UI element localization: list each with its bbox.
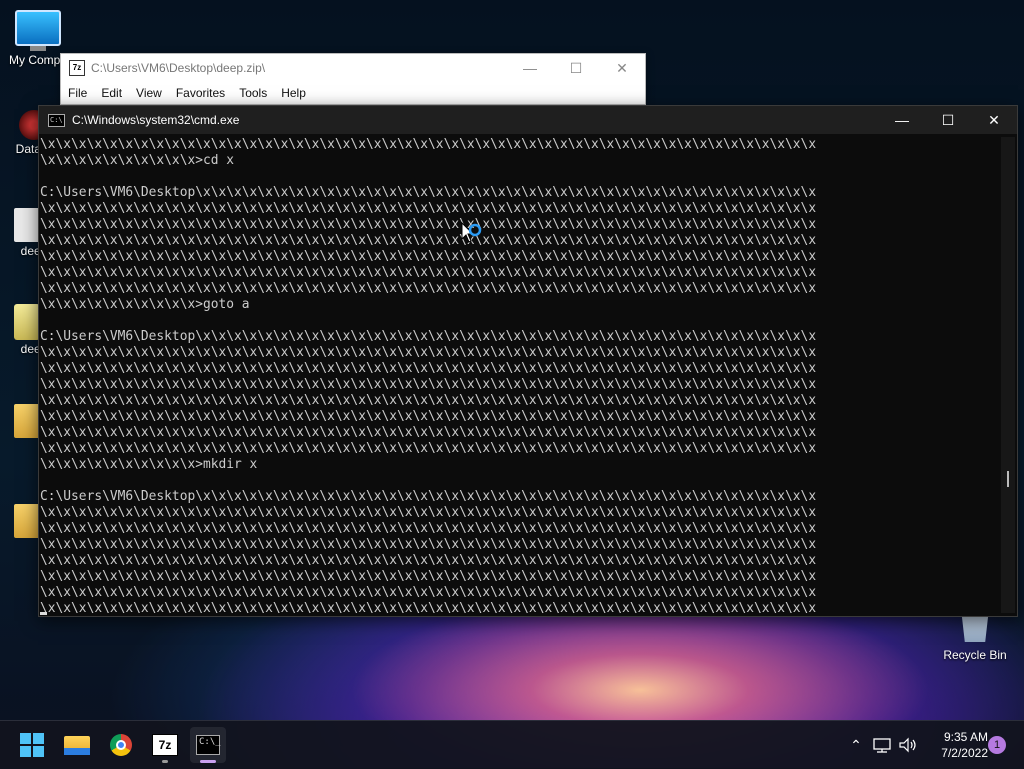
zip-folder-icon	[14, 304, 40, 340]
console-line: \x\x\x\x\x\x\x\x\x\x\x\x\x\x\x\x\x\x\x\x…	[40, 265, 817, 280]
scrollbar-thumb[interactable]	[1007, 471, 1009, 487]
menu-help[interactable]: Help	[274, 86, 313, 100]
desktop-icon-label: Recycle Bin	[943, 648, 1007, 662]
window-title: C:\Windows\system32\cmd.exe	[72, 113, 240, 127]
maximize-button[interactable]: ☐	[925, 106, 971, 134]
console-line: \x\x\x\x\x\x\x\x\x\x\x\x\x\x\x\x\x\x\x\x…	[40, 393, 817, 408]
console-line: \x\x\x\x\x\x\x\x\x\x\x\x\x\x\x\x\x\x\x\x…	[40, 569, 817, 584]
7zip-titlebar[interactable]: 7z C:\Users\VM6\Desktop\deep.zip\ — ☐ ✕	[61, 54, 645, 82]
chrome-icon	[110, 734, 132, 756]
console-line: \x\x\x\x\x\x\x\x\x\x\x\x\x\x\x\x\x\x\x\x…	[40, 441, 817, 456]
network-icon[interactable]	[872, 737, 892, 753]
cmd-titlebar[interactable]: C:\ C:\Windows\system32\cmd.exe — ☐ ✕	[39, 106, 1017, 134]
minimize-button[interactable]: —	[879, 106, 925, 134]
desktop-icon-recycle-bin[interactable]: Recycle Bin	[937, 612, 1013, 662]
console-line: \x\x\x\x\x\x\x\x\x\x\x\x\x\x\x\x\x\x\x\x…	[40, 249, 817, 264]
windows-start-icon	[20, 733, 44, 757]
console-line: \x\x\x\x\x\x\x\x\x\x\x\x\x\x\x\x\x\x\x\x…	[40, 505, 817, 520]
cmd-icon: C:\	[48, 113, 65, 127]
7z-icon: 7z	[69, 60, 85, 76]
menu-edit[interactable]: Edit	[94, 86, 129, 100]
console-line: \x\x\x\x\x\x\x\x\x\x\x\x\x\x\x\x\x\x\x\x…	[40, 537, 817, 552]
taskbar-cmd[interactable]: C:\_	[190, 727, 226, 763]
console-line: \x\x\x\x\x\x\x\x\x\x\x\x\x\x\x\x\x\x\x\x…	[40, 137, 817, 152]
console-line: \x\x\x\x\x\x\x\x\x\x\x\x\x\x\x\x\x\x\x\x…	[40, 377, 817, 392]
taskbar-file-explorer[interactable]	[59, 727, 95, 763]
console-line: \x\x\x\x\x\x\x\x\x\x>mkdir x	[40, 457, 258, 472]
active-indicator	[200, 760, 216, 763]
monitor-icon	[15, 10, 61, 46]
7zip-window[interactable]: 7z C:\Users\VM6\Desktop\deep.zip\ — ☐ ✕ …	[60, 53, 646, 105]
system-clock[interactable]: 9:35 AM 7/2/2022	[924, 729, 988, 761]
console-line: \x\x\x\x\x\x\x\x\x\x\x\x\x\x\x\x\x\x\x\x…	[40, 233, 817, 248]
taskbar: 7z C:\_ ⌃ 9:35 AM 7/2/2022 1	[0, 720, 1024, 769]
start-button[interactable]	[14, 727, 50, 763]
menu-tools[interactable]: Tools	[232, 86, 274, 100]
console-line: \x\x\x\x\x\x\x\x\x\x\x\x\x\x\x\x\x\x\x\x…	[40, 361, 817, 376]
file-explorer-icon	[64, 735, 90, 755]
notification-badge[interactable]: 1	[988, 736, 1006, 754]
console-output[interactable]: \x\x\x\x\x\x\x\x\x\x\x\x\x\x\x\x\x\x\x\x…	[40, 137, 1000, 613]
chevron-up-icon[interactable]: ⌃	[846, 737, 866, 754]
clock-date: 7/2/2022	[941, 746, 988, 760]
7z-icon: 7z	[152, 734, 178, 756]
console-line: C:\Users\VM6\Desktop\x\x\x\x\x\x\x\x\x\x…	[40, 185, 817, 200]
console-line: \x\x\x\x\x\x\x\x\x\x\x\x\x\x\x\x\x\x\x\x…	[40, 601, 817, 613]
console-line: \x\x\x\x\x\x\x\x\x\x\x\x\x\x\x\x\x\x\x\x…	[40, 217, 817, 232]
menu-view[interactable]: View	[129, 86, 169, 100]
console-line: \x\x\x\x\x\x\x\x\x\x\x\x\x\x\x\x\x\x\x\x…	[40, 553, 817, 568]
console-line: \x\x\x\x\x\x\x\x\x\x\x\x\x\x\x\x\x\x\x\x…	[40, 201, 817, 216]
window-title: C:\Users\VM6\Desktop\deep.zip\	[91, 61, 266, 75]
console-line: \x\x\x\x\x\x\x\x\x\x>cd x	[40, 153, 235, 168]
busy-cursor-icon	[461, 222, 482, 243]
console-line: \x\x\x\x\x\x\x\x\x\x>goto a	[40, 297, 250, 312]
console-line: \x\x\x\x\x\x\x\x\x\x\x\x\x\x\x\x\x\x\x\x…	[40, 521, 817, 536]
menu-bar: File Edit View Favorites Tools Help	[61, 82, 645, 104]
minimize-button[interactable]: —	[507, 54, 553, 82]
console-line: \x\x\x\x\x\x\x\x\x\x\x\x\x\x\x\x\x\x\x\x…	[40, 425, 817, 440]
close-button[interactable]: ✕	[599, 54, 645, 82]
console-line: \x\x\x\x\x\x\x\x\x\x\x\x\x\x\x\x\x\x\x\x…	[40, 281, 817, 296]
menu-favorites[interactable]: Favorites	[169, 86, 232, 100]
volume-icon[interactable]	[898, 737, 918, 753]
console-line: \x\x\x\x\x\x\x\x\x\x\x\x\x\x\x\x\x\x\x\x…	[40, 409, 817, 424]
cmd-window[interactable]: C:\ C:\Windows\system32\cmd.exe — ☐ ✕ \x…	[38, 105, 1018, 617]
running-indicator	[162, 760, 168, 763]
console-line: \x\x\x\x\x\x\x\x\x\x\x\x\x\x\x\x\x\x\x\x…	[40, 345, 817, 360]
scrollbar[interactable]	[1001, 137, 1015, 613]
cmd-icon: C:\_	[196, 735, 221, 755]
clock-time: 9:35 AM	[943, 730, 988, 744]
menu-file[interactable]: File	[61, 86, 94, 100]
taskbar-7zip[interactable]: 7z	[147, 727, 183, 763]
taskbar-chrome[interactable]	[103, 727, 139, 763]
text-cursor	[40, 612, 47, 615]
maximize-button[interactable]: ☐	[553, 54, 599, 82]
console-line: \x\x\x\x\x\x\x\x\x\x\x\x\x\x\x\x\x\x\x\x…	[40, 585, 817, 600]
console-line: C:\Users\VM6\Desktop\x\x\x\x\x\x\x\x\x\x…	[40, 489, 817, 504]
close-button[interactable]: ✕	[971, 106, 1017, 134]
console-line: C:\Users\VM6\Desktop\x\x\x\x\x\x\x\x\x\x…	[40, 329, 817, 344]
